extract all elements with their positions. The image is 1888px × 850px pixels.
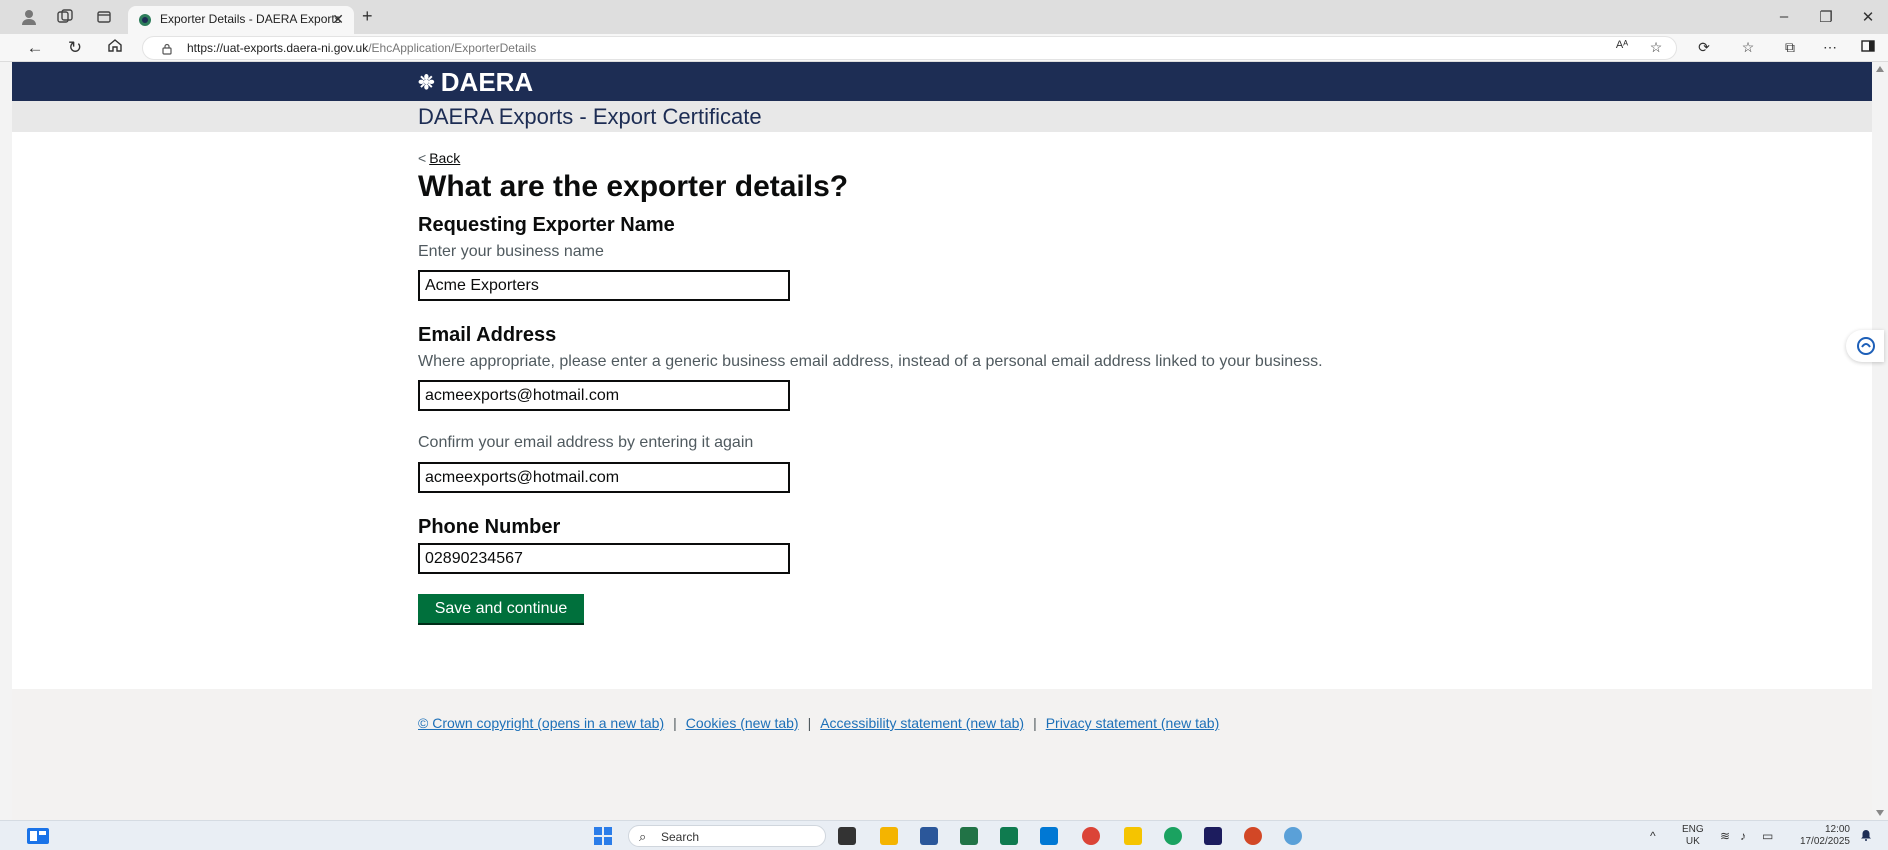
back-link-container: < Back [418,150,460,166]
tab-close-icon[interactable]: ✕ [332,11,344,28]
email-input[interactable] [418,380,790,411]
email-label: Email Address [418,324,557,346]
tab-actions-icon[interactable] [95,8,113,26]
save-and-continue-button[interactable]: Save and continue [418,594,584,623]
language-primary: ENG [1682,824,1704,835]
footer-separator: | [807,715,812,731]
url-text: https://uat-exports.daera-ni.gov.uk/EhcA… [187,41,536,55]
footer-links: © Crown copyright (opens in a new tab) | C… [418,715,1219,731]
lock-icon [161,42,173,55]
profile-icon[interactable] [20,8,38,26]
word-icon[interactable] [920,827,938,845]
footer-link-crown-copyright[interactable]: © Crown copyright (opens in a new tab) [418,715,664,731]
browser-tab-active[interactable]: Exporter Details - DAERA Exports ✕ [128,6,354,34]
favorite-star-icon[interactable]: ☆ [1646,39,1666,56]
site-footer: © Crown copyright (opens in a new tab) | C… [12,689,1872,820]
clock-date: 17/02/2025 [1799,836,1850,847]
taskbar-search[interactable]: ⌕ Search [628,825,826,847]
exporter-name-input[interactable] [418,270,790,301]
exporter-name-hint: Enter your business name [418,243,604,260]
taskbar-search-text: Search [661,830,700,844]
footer-link-cookies[interactable]: Cookies (new tab) [686,715,799,731]
back-link[interactable]: Back [429,150,460,166]
windows-start-icon[interactable] [594,827,612,845]
clock[interactable]: 12:00 17/02/2025 [1790,824,1850,848]
file-explorer-icon[interactable] [880,827,898,845]
daera-favicon-icon [138,13,152,27]
read-aloud-icon[interactable]: Aᴬ [1612,39,1632,51]
browser-address-bar: ← ↻ https://uat-exports.daera-ni.gov.uk/… [0,34,1888,62]
restore-icon[interactable]: ❐ [1816,8,1836,26]
battery-icon[interactable]: ▭ [1762,829,1773,843]
scroll-up-icon[interactable] [1876,66,1884,72]
teams-icon[interactable] [1204,827,1222,845]
service-name[interactable]: DAERA Exports - Export Certificate [418,104,762,130]
sidebar-toggle-icon[interactable] [1858,39,1878,55]
site-header: ❉ DAERA [12,62,1872,101]
confirm-email-hint: Confirm your email address by entering i… [418,434,754,451]
favorites-icon[interactable]: ☆ [1738,39,1758,56]
tab-title: Exporter Details - DAERA Exports [160,12,341,26]
daera-emblem-icon: ❉ [418,72,435,94]
project-icon[interactable] [1000,827,1018,845]
chrome-icon[interactable] [1082,827,1100,845]
url-path: /EhcApplication/ExporterDetails [368,41,537,55]
windows-taskbar: ⌕ Search ^ ENG UK ≋ ♪ ▭ 12:00 17/02/2025 [0,820,1888,850]
new-tab-icon[interactable]: + [362,6,373,27]
refresh-icon[interactable]: ↻ [64,37,86,59]
url-field[interactable]: https://uat-exports.daera-ni.gov.uk/EhcA… [142,36,1677,60]
close-window-icon[interactable]: ✕ [1858,8,1878,26]
phone-label: Phone Number [418,516,561,538]
back-arrow-icon[interactable]: ← [24,37,46,59]
task-view-icon[interactable] [838,827,856,845]
language-indicator[interactable]: ENG UK [1682,824,1704,848]
footer-separator: | [1033,715,1037,731]
copilot-icon [1856,336,1876,356]
edge-icon[interactable] [1164,827,1182,845]
powerpoint-icon[interactable] [1244,827,1262,845]
chevron-left-icon: < [418,150,427,166]
page-title: What are the exporter details? [418,170,849,203]
url-host: https://uat-exports.daera-ni.gov.uk [187,41,369,55]
email-hint: Where appropriate, please enter a generi… [418,353,1323,370]
tray-chevron-up-icon[interactable]: ^ [1650,829,1656,843]
phone-input[interactable] [418,543,790,574]
browser-tab-bar: Exporter Details - DAERA Exports ✕ + – ❐… [0,0,1888,34]
footer-separator: | [673,715,677,731]
page-scrollbar[interactable] [1872,62,1888,820]
language-secondary: UK [1685,836,1700,847]
app-icon[interactable] [1124,827,1142,845]
exporter-name-label: Requesting Exporter Name [418,214,675,236]
notification-bell-icon[interactable] [1860,829,1872,844]
logo-text: DAERA [440,67,534,97]
home-icon[interactable] [104,37,126,59]
widgets-icon[interactable] [27,828,49,844]
clock-time: 12:00 [1824,824,1850,835]
scroll-down-icon[interactable] [1876,810,1884,816]
search-icon: ⌕ [639,829,647,844]
copilot-button[interactable] [1846,330,1884,362]
daera-logo[interactable]: ❉ DAERA [418,67,533,98]
outlook-icon[interactable] [1040,827,1058,845]
collections-icon[interactable]: ⧉ [1780,39,1800,56]
confirm-email-input[interactable] [418,462,790,493]
extensions-icon[interactable]: ⟳ [1694,39,1714,56]
volume-icon[interactable]: ♪ [1740,829,1746,843]
excel-icon[interactable] [960,827,978,845]
more-options-icon[interactable]: ⋯ [1820,39,1840,56]
wifi-icon[interactable]: ≋ [1720,829,1730,843]
page-viewport: ❉ DAERA DAERA Exports - Export Certifica… [12,62,1872,820]
service-name-bar: DAERA Exports - Export Certificate [12,101,1872,132]
app-globe-icon[interactable] [1284,827,1302,845]
footer-link-accessibility[interactable]: Accessibility statement (new tab) [820,715,1024,731]
workspaces-icon[interactable] [56,8,74,26]
minimize-icon[interactable]: – [1774,8,1794,25]
footer-link-privacy[interactable]: Privacy statement (new tab) [1046,715,1220,731]
